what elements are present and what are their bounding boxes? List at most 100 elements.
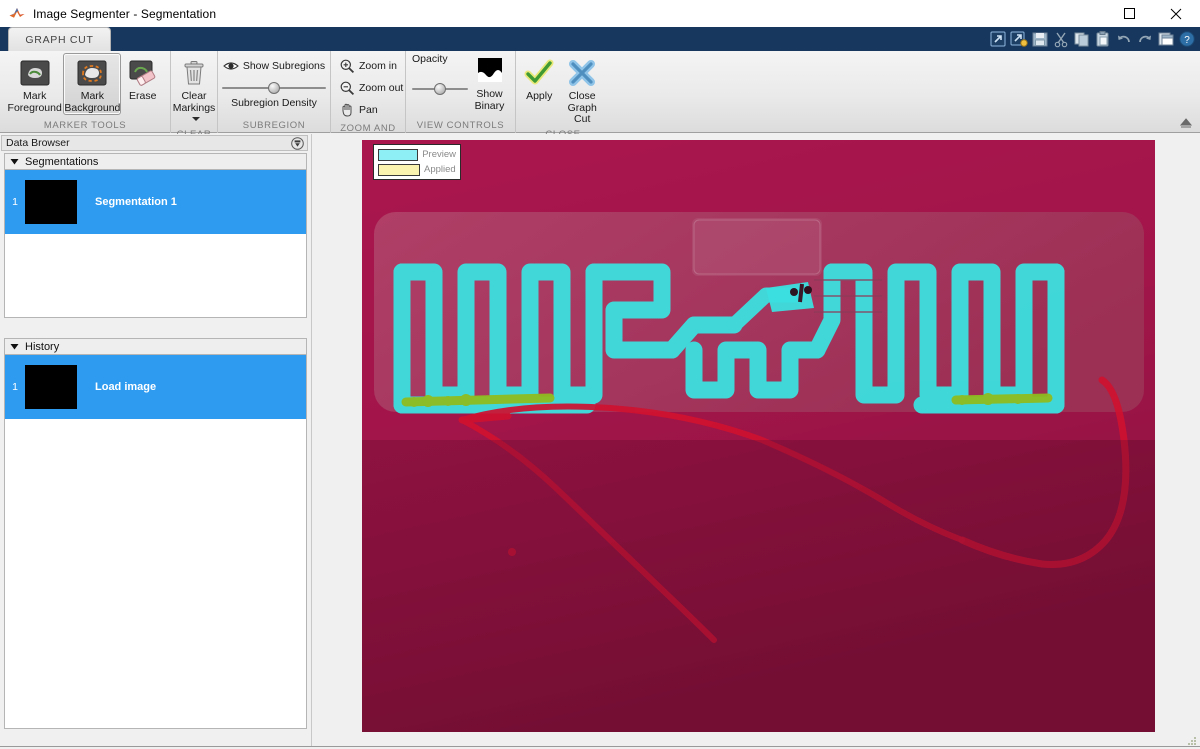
apply-button[interactable]: Apply bbox=[520, 53, 558, 104]
maximize-button[interactable] bbox=[1106, 0, 1152, 27]
quick-access-toolbar: ? bbox=[989, 29, 1196, 49]
ribbon-group-label-marker-tools: MARKER TOOLS bbox=[43, 120, 127, 131]
history-list[interactable]: 1 Load image bbox=[4, 355, 307, 729]
zoom-in-label: Zoom in bbox=[359, 60, 397, 72]
zoom-in-button[interactable]: Zoom in bbox=[337, 55, 399, 77]
chevron-down-icon[interactable] bbox=[191, 116, 200, 122]
show-subregions-label: Show Subregions bbox=[242, 60, 326, 72]
subregion-density-slider[interactable] bbox=[222, 82, 326, 94]
mark-foreground-button[interactable]: Mark Foreground bbox=[6, 53, 63, 115]
data-browser-title: Data Browser bbox=[6, 137, 70, 149]
mark-background-label-1: Mark bbox=[80, 90, 105, 102]
copy-icon[interactable] bbox=[1073, 30, 1091, 48]
history-section: History 1 Load image bbox=[4, 338, 307, 729]
zoom-in-icon bbox=[340, 59, 355, 74]
erase-button[interactable]: Erase bbox=[121, 53, 164, 104]
close-graph-cut-label-2: Graph Cut bbox=[567, 101, 597, 125]
window-title: Image Segmenter - Segmentation bbox=[33, 6, 217, 21]
save-icon[interactable] bbox=[1031, 30, 1049, 48]
zoom-out-label: Zoom out bbox=[359, 82, 404, 94]
caret-down-icon[interactable] bbox=[10, 342, 19, 351]
resize-grip-icon[interactable] bbox=[1188, 737, 1197, 746]
zoom-out-icon bbox=[340, 81, 355, 96]
legend-swatch-preview bbox=[378, 148, 419, 161]
show-binary-button[interactable]: Show Binary bbox=[468, 53, 511, 113]
tab-graph-cut[interactable]: GRAPH CUT bbox=[8, 27, 111, 51]
ribbon-group-clear: Clear Markings CLEAR bbox=[171, 51, 218, 140]
erase-label: Erase bbox=[128, 90, 157, 102]
new-segmentation-plus-icon[interactable] bbox=[1010, 30, 1028, 48]
history-row-number: 1 bbox=[12, 381, 18, 393]
show-subregions-button[interactable]: Show Subregions bbox=[221, 55, 327, 77]
ribbon-group-label-subregion-settings: SUBREGION SETTINGS bbox=[242, 120, 306, 146]
segmentations-list[interactable]: 1 Segmentation 1 bbox=[4, 170, 307, 318]
clear-markings-label-2: Markings bbox=[172, 101, 216, 126]
clear-markings-button[interactable]: Clear Markings bbox=[172, 53, 216, 127]
layout-icon[interactable] bbox=[1157, 30, 1175, 48]
image-canvas[interactable]: Preview Applied bbox=[362, 140, 1155, 732]
ribbon-group-close: Apply Close Graph Cut CLOSE bbox=[516, 51, 610, 140]
history-row-label: Load image bbox=[95, 381, 157, 393]
dock-menu-icon[interactable] bbox=[291, 136, 304, 150]
ribbon-group-label-view-controls: VIEW CONTROLS bbox=[416, 120, 505, 131]
image-view-panel: Preview Applied bbox=[311, 134, 1200, 749]
segmentations-section-header[interactable]: Segmentations bbox=[4, 153, 307, 170]
legend-label-preview: Preview bbox=[422, 149, 456, 160]
close-graph-cut-button[interactable]: Close Graph Cut bbox=[558, 53, 606, 127]
legend-swatch-applied bbox=[378, 163, 420, 176]
opacity-knob[interactable] bbox=[434, 83, 446, 95]
title-bar: Image Segmenter - Segmentation bbox=[0, 0, 1200, 27]
subregion-density-knob[interactable] bbox=[268, 82, 280, 94]
cut-icon[interactable] bbox=[1052, 30, 1070, 48]
segmentation-row-label: Segmentation 1 bbox=[95, 196, 177, 208]
mark-background-button[interactable]: Mark Background bbox=[63, 53, 122, 115]
pan-hand-icon bbox=[342, 103, 352, 117]
ribbon-group-view-controls: Opacity Show Binary VIEW CONTROLS bbox=[406, 51, 516, 133]
legend-row-applied: Applied bbox=[378, 163, 456, 176]
close-graph-cut-label-1: Close bbox=[568, 90, 596, 102]
undo-icon[interactable] bbox=[1115, 30, 1133, 48]
mark-foreground-icon bbox=[20, 60, 50, 86]
segmentations-section-title: Segmentations bbox=[25, 155, 99, 168]
list-item[interactable]: 1 Segmentation 1 bbox=[5, 170, 306, 234]
segmentation-thumbnail bbox=[25, 180, 77, 224]
segmentations-section: Segmentations 1 Segmentation 1 bbox=[4, 153, 307, 318]
data-browser-panel: Data Browser Segmentations 1 Segmentatio… bbox=[0, 134, 311, 749]
opacity-label: Opacity bbox=[412, 53, 448, 65]
pan-button[interactable]: Pan bbox=[337, 99, 380, 121]
new-segmentation-icon[interactable] bbox=[989, 30, 1007, 48]
close-button[interactable] bbox=[1152, 0, 1200, 27]
checkmark-icon bbox=[524, 59, 554, 85]
ribbon-group-marker-tools: Mark Foreground Mark Background Erase MA… bbox=[0, 51, 171, 133]
eye-icon bbox=[222, 62, 239, 70]
show-binary-label-2: Binary bbox=[474, 99, 505, 112]
redo-icon[interactable] bbox=[1136, 30, 1154, 48]
zoom-out-button[interactable]: Zoom out bbox=[337, 77, 405, 99]
history-section-title: History bbox=[25, 340, 60, 353]
segmentation-image bbox=[362, 140, 1155, 732]
collapse-ribbon-icon[interactable] bbox=[1178, 116, 1194, 130]
svg-text:?: ? bbox=[1184, 35, 1190, 46]
legend-label-applied: Applied bbox=[424, 164, 456, 175]
opacity-slider[interactable] bbox=[412, 83, 468, 95]
paste-icon[interactable] bbox=[1094, 30, 1112, 48]
image-segmenter-window: Image Segmenter - Segmentation GRAPH CUT bbox=[0, 0, 1200, 749]
list-item[interactable]: 1 Load image bbox=[5, 355, 306, 419]
mark-background-icon bbox=[77, 60, 107, 86]
ribbon: Mark Foreground Mark Background Erase MA… bbox=[0, 51, 1200, 149]
show-binary-label-1: Show bbox=[476, 88, 503, 100]
segmentation-row-number: 1 bbox=[12, 196, 18, 208]
close-x-icon bbox=[569, 60, 596, 86]
pan-label: Pan bbox=[359, 104, 378, 116]
mark-foreground-label-1: Mark bbox=[23, 90, 47, 102]
clear-markings-label-2-text: Markings bbox=[172, 101, 216, 114]
trash-icon bbox=[184, 61, 204, 85]
overlay-legend: Preview Applied bbox=[373, 144, 461, 180]
mark-foreground-label-2: Foreground bbox=[7, 101, 62, 114]
history-section-header[interactable]: History bbox=[4, 338, 307, 355]
window-buttons bbox=[1106, 0, 1200, 27]
ribbon-group-zoom-and-pan: Zoom in Zoom out Pan ZOOM AND bbox=[331, 51, 406, 149]
caret-down-icon[interactable] bbox=[10, 157, 19, 166]
help-icon[interactable]: ? bbox=[1178, 30, 1196, 48]
subregion-density-label: Subregion Density bbox=[231, 97, 317, 109]
